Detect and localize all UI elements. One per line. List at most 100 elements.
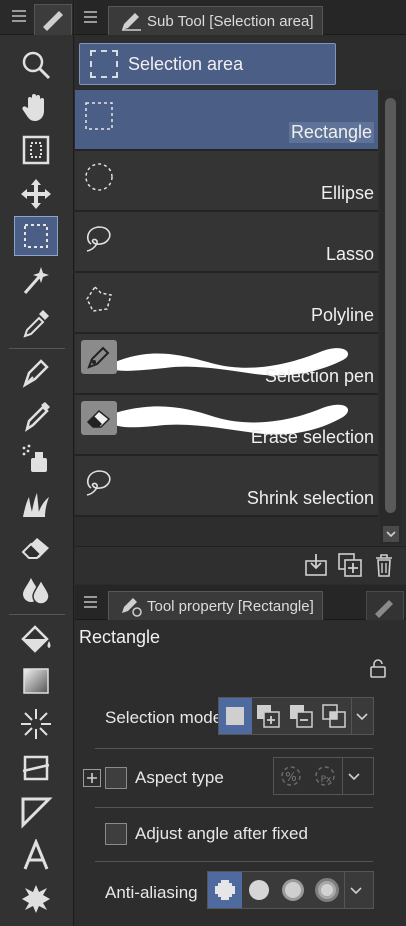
eyedropper-icon[interactable] [15,304,57,342]
balloon-icon[interactable] [15,880,57,918]
sub-tool-label: Lasso [325,244,374,264]
panel-menu-icon[interactable] [84,596,97,611]
tool-palette [0,0,74,926]
sub-tool-label: Polyline [310,305,374,325]
duplicate-icon[interactable] [337,552,363,578]
pen-tab-icon [122,13,141,31]
svg-text:Px: Px [321,775,332,785]
adjust-angle-checkbox[interactable] [105,823,127,845]
pen-tab-icon [43,11,63,31]
sub-tool-label: Rectangle [288,122,374,143]
sub-tool-polyline[interactable]: Polyline [75,273,378,334]
delete-icon[interactable] [371,552,397,578]
adjust-angle-label: Adjust angle after fixed [135,824,308,843]
wrench-pen-icon [122,598,142,617]
tool-property-panel: Tool property [Rectangle] Rectangle Sele… [75,585,406,926]
sub-tool-label: Ellipse [320,183,374,203]
sub-tool-selection-pen[interactable]: Selection pen [75,334,378,395]
ellipse-selection-icon [85,163,113,191]
selection-mode-row: Selection mode [75,693,406,743]
sub-tool-label: Shrink selection [246,488,374,508]
sub-tool-tab[interactable]: Sub Tool [Selection area] [108,6,323,35]
selection-mode-label: Selection mode [105,708,223,727]
sub-tool-ellipse[interactable]: Ellipse [75,151,378,212]
frame-border-icon[interactable] [15,749,57,787]
new-selection-icon[interactable] [219,698,252,734]
ruler-icon[interactable] [15,793,57,831]
adjust-angle-row: Adjust angle after fixed [75,811,406,861]
tool-property-tab[interactable]: Tool property [Rectangle] [108,591,323,620]
subtract-selection-icon[interactable] [285,698,318,734]
sub-tool-label: Erase selection [250,427,374,447]
intersect-selection-icon[interactable] [318,698,351,734]
text-icon[interactable] [15,837,57,875]
sub-tool-footer [75,546,406,584]
sub-tool-label: Selection pen [264,366,374,386]
aspect-percent-icon[interactable]: % [274,758,308,794]
pen-icon[interactable] [15,353,57,391]
sub-tool-panel: Sub Tool [Selection area] Selection area… [75,0,406,584]
svg-text:%: % [285,770,296,784]
anti-alias-weak-icon[interactable] [242,872,276,908]
chevron-down-icon[interactable] [350,698,373,734]
anti-alias-none-icon[interactable] [208,872,242,908]
scroll-down-button[interactable] [383,526,399,542]
aspect-type-label: Aspect type [135,768,224,787]
pen-tab-icon [375,600,393,618]
lock-icon[interactable] [369,658,387,678]
decoration-icon[interactable] [15,485,57,523]
selection-area-icon[interactable] [14,216,58,256]
aspect-pixel-icon[interactable]: Px [308,758,342,794]
move-icon[interactable] [15,175,57,213]
expand-plus-icon[interactable] [83,769,101,787]
blend-icon[interactable] [15,570,57,608]
sub-tool-erase-selection[interactable]: Erase selection [75,395,378,456]
tool-property-title: Rectangle [79,627,161,647]
chevron-down-icon[interactable] [342,758,365,794]
aspect-type-checkbox[interactable] [105,767,127,789]
add-selection-icon[interactable] [252,698,285,734]
chevron-down-icon[interactable] [344,872,367,908]
selection-area-group-icon [90,50,118,78]
lasso-icon [86,226,111,252]
hand-icon[interactable] [15,88,57,126]
sub-tool-list: Rectangle Ellipse Lasso Polyline Selecti… [75,90,378,517]
lasso-icon [86,470,111,496]
aspect-type-row: Aspect type % Px [75,753,406,803]
selection-mode-control[interactable] [218,697,374,735]
aspect-type-control[interactable]: % Px [273,757,374,795]
anti-alias-medium-icon[interactable] [276,872,310,908]
chevron-down-icon [386,531,396,538]
sub-tool-rectangle[interactable]: Rectangle [75,90,378,151]
sub-tool-lasso[interactable]: Lasso [75,212,378,273]
anti-aliasing-control[interactable] [207,871,374,909]
secondary-tab[interactable] [366,591,404,620]
magic-wand-icon[interactable] [15,261,57,299]
sub-tool-scrollbar[interactable] [380,90,402,544]
sub-tool-group-label: Selection area [128,53,244,74]
tool-property-header: Tool property [Rectangle] [75,585,406,620]
eraser-brush-icon [81,401,117,435]
panel-menu-icon[interactable] [84,11,97,26]
zoom-icon[interactable] [15,46,57,84]
scrollbar-thumb[interactable] [385,98,396,513]
pencil-icon[interactable] [15,397,57,435]
airbrush-icon[interactable] [15,440,57,478]
anti-alias-strong-icon[interactable] [310,872,344,908]
sub-tool-shrink-selection[interactable]: Shrink selection [75,456,378,517]
navigator-icon[interactable] [15,131,57,169]
eraser-icon[interactable] [15,528,57,566]
sub-tool-group-button[interactable]: Selection area [79,43,336,85]
tool-palette-header [0,0,73,35]
tool-palette-tab[interactable] [34,4,72,35]
panel-menu-icon[interactable] [12,10,26,23]
tool-property-tab-title: Tool property [Rectangle] [147,597,314,615]
rectangle-selection-icon [85,102,113,130]
import-icon[interactable] [303,552,329,578]
fill-icon[interactable] [15,619,57,657]
gradient-icon[interactable] [15,662,57,700]
sub-tool-tab-title: Sub Tool [Selection area] [147,12,314,30]
figure-icon[interactable] [15,705,57,743]
polyline-selection-icon [86,285,112,312]
anti-aliasing-row: Anti-aliasing [75,867,406,917]
